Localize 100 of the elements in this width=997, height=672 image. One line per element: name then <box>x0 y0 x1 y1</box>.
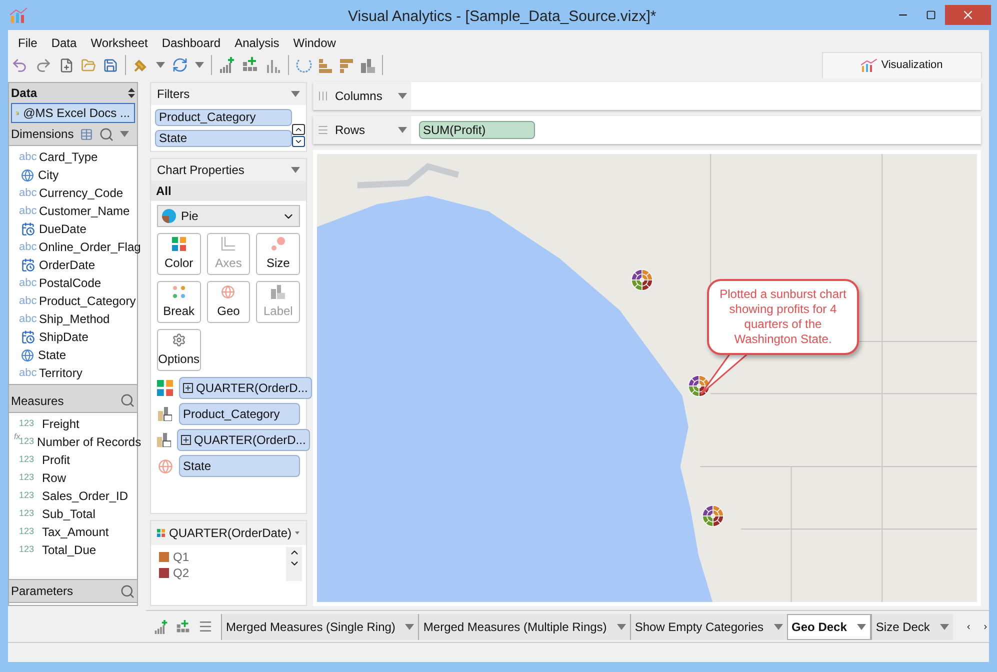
dimension-item[interactable]: Product_Category <box>39 292 136 310</box>
dimension-item[interactable]: DueDate <box>39 220 86 238</box>
property-button[interactable]: Geo <box>206 281 250 323</box>
table-icon[interactable] <box>80 128 93 140</box>
filter-pill[interactable]: State <box>155 130 292 147</box>
dropdown-icon[interactable] <box>291 167 300 173</box>
expand-icon[interactable] <box>181 435 191 445</box>
dimension-item[interactable]: Territory <box>39 364 82 382</box>
close-button[interactable] <box>945 5 991 25</box>
property-button[interactable]: Size <box>256 233 300 275</box>
globe-icon <box>158 458 172 474</box>
dimension-item[interactable]: PostalCode <box>39 274 102 292</box>
shelf-label: Rows <box>335 122 366 139</box>
measure-item[interactable]: Row <box>42 469 66 487</box>
label-icon <box>271 284 286 298</box>
sort-ascending-icon[interactable] <box>319 57 333 73</box>
folder-icon[interactable] <box>81 58 96 72</box>
property-button[interactable]: Color <box>157 233 201 275</box>
add-chart-icon[interactable] <box>219 57 235 73</box>
dimension-item[interactable]: Ship_Method <box>39 310 110 328</box>
dropdown-icon[interactable] <box>405 624 414 630</box>
updown-icon[interactable] <box>128 88 135 98</box>
menu-item[interactable]: File <box>18 34 38 52</box>
refresh-select-icon[interactable] <box>296 57 312 73</box>
bar-chart-icon[interactable] <box>265 57 281 73</box>
sort-descending-icon[interactable] <box>340 57 354 73</box>
sheet-tab[interactable]: Size Deck <box>870 614 953 640</box>
dropdown-icon[interactable] <box>195 62 204 68</box>
close-icon <box>961 8 975 22</box>
sunburst-marker-icon <box>702 505 724 527</box>
shelf-pill[interactable]: QUARTER(OrderD... <box>177 429 310 451</box>
dropdown-icon[interactable] <box>774 624 783 630</box>
save-icon[interactable] <box>103 58 118 72</box>
dimension-item[interactable]: OrderDate <box>39 256 96 274</box>
menu-item[interactable]: Window <box>293 34 336 52</box>
dimension-item[interactable]: Card_Type <box>39 148 98 166</box>
undo-icon[interactable] <box>11 56 28 74</box>
dropdown-icon[interactable] <box>295 530 300 536</box>
new-file-icon[interactable] <box>59 58 74 72</box>
settings-icon <box>172 332 186 346</box>
legend-scrollbar[interactable] <box>286 547 302 581</box>
search-icon[interactable] <box>120 393 135 408</box>
number-type-label: 123 <box>19 489 34 502</box>
dimension-item[interactable]: City <box>38 166 59 184</box>
measure-item[interactable]: Tax_Amount <box>42 523 109 541</box>
chart-type-select[interactable]: Pie <box>157 205 300 227</box>
add-chart-icon[interactable] <box>154 620 168 634</box>
dropdown-icon[interactable] <box>398 93 407 99</box>
dimension-item[interactable]: ShipDate <box>39 328 88 346</box>
refresh-icon[interactable] <box>172 57 188 73</box>
menu-item[interactable]: Analysis <box>234 34 280 52</box>
visualization-tab[interactable]: Visualization <box>822 52 982 78</box>
search-icon[interactable] <box>98 126 114 142</box>
shelf-pill[interactable]: Product_Category <box>179 403 300 425</box>
dropdown-icon[interactable] <box>291 91 300 97</box>
list-icon[interactable] <box>198 619 213 634</box>
globe-icon <box>21 168 34 182</box>
menu-item[interactable]: Data <box>51 34 77 52</box>
dropdown-icon[interactable] <box>156 62 165 68</box>
add-grid-icon[interactable] <box>242 57 258 73</box>
measure-item[interactable]: Profit <box>42 451 70 469</box>
measure-item[interactable]: Freight <box>42 415 80 433</box>
filter-pill[interactable]: Product_Category <box>155 109 292 126</box>
expand-icon[interactable] <box>183 383 193 393</box>
sheet-tab[interactable]: Merged Measures (Single Ring) <box>221 614 418 640</box>
menu-item[interactable]: Worksheet <box>90 34 148 52</box>
chevron-up-icon <box>294 125 303 134</box>
dropdown-icon[interactable] <box>120 131 129 137</box>
measure-item[interactable]: Sub_Total <box>42 505 96 523</box>
scroll-up-button[interactable] <box>292 124 305 135</box>
dimension-item[interactable]: Currency_Code <box>39 184 124 202</box>
property-button[interactable]: Break <box>157 281 201 323</box>
menu-item[interactable]: Dashboard <box>162 34 221 52</box>
add-grid-icon[interactable] <box>176 620 190 634</box>
dropdown-icon[interactable] <box>940 624 949 630</box>
sheet-tab[interactable]: Geo Deck <box>786 614 871 640</box>
label-icon[interactable] <box>361 57 375 73</box>
measure-item[interactable]: Number of Records <box>37 433 142 451</box>
panel-title: Filters <box>157 86 190 103</box>
shelf-pill[interactable]: QUARTER(OrderD... <box>179 377 312 399</box>
shelf-pill[interactable]: State <box>179 455 300 477</box>
measure-item[interactable]: Sales_Order_ID <box>42 487 128 505</box>
property-button[interactable]: Options <box>157 329 201 371</box>
dropdown-icon[interactable] <box>856 624 866 630</box>
sheet-tab[interactable]: Merged Measures (Multiple Rings) <box>418 614 630 640</box>
legend-label: Q2 <box>173 565 190 582</box>
dropdown-icon[interactable] <box>616 624 626 630</box>
measure-item[interactable]: Total_Due <box>42 541 96 559</box>
panel-title: Chart Properties <box>157 162 244 179</box>
sheet-tab[interactable]: Show Empty Categories <box>630 614 787 640</box>
search-icon[interactable] <box>120 584 135 598</box>
dropdown-icon[interactable] <box>398 127 407 133</box>
redo-icon[interactable] <box>35 56 52 74</box>
scroll-down-button[interactable] <box>292 136 305 147</box>
data-source-item[interactable]: @MS Excel Docs ... <box>11 103 135 123</box>
measure-pill[interactable]: SUM(Profit) <box>419 121 535 139</box>
dimension-item[interactable]: State <box>38 346 66 364</box>
text-type-label: abc <box>19 276 37 291</box>
dimension-item[interactable]: Customer_Name <box>39 202 130 220</box>
dimension-item[interactable]: Online_Order_Flag <box>38 238 141 256</box>
